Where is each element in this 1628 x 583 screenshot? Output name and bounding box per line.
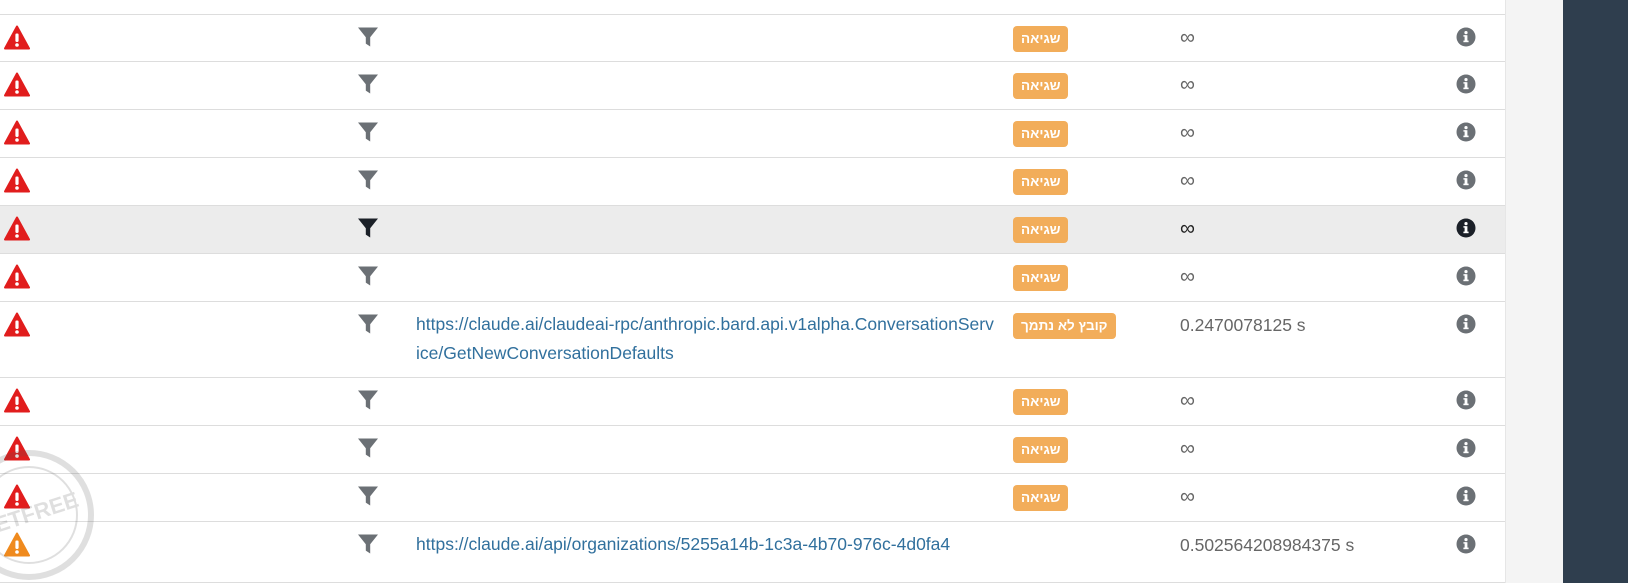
status-badge: שגיאה: [1013, 217, 1069, 243]
filter-funnel-icon[interactable]: [356, 25, 380, 49]
table-row[interactable]: שגיאה ∞: [0, 15, 1505, 62]
error-triangle-icon: [4, 484, 30, 510]
table-row[interactable]: שגיאה ∞: [0, 254, 1505, 302]
filter-funnel-icon[interactable]: [356, 72, 380, 96]
error-triangle-icon: [4, 436, 30, 462]
response-time: ∞: [1180, 169, 1195, 192]
response-time: ∞: [1180, 437, 1195, 460]
page: שגיאה ∞ שגיאה ∞ שגיאה ∞ שגיאה ∞ שגיאה ∞ שגיאה ∞ http…: [0, 0, 1628, 583]
info-circle-icon[interactable]: [1456, 266, 1476, 286]
response-time: ∞: [1180, 389, 1195, 412]
error-triangle-icon: [4, 168, 30, 194]
error-triangle-icon: [4, 25, 30, 51]
info-circle-icon[interactable]: [1456, 486, 1476, 506]
dark-side-panel: [1563, 0, 1628, 583]
table-row[interactable]: שגיאה ∞: [0, 158, 1505, 206]
response-time: 0.502564208984375 s: [1180, 535, 1355, 555]
table-row[interactable]: https://claude.ai/api/organizations/5255…: [0, 522, 1505, 583]
warning-triangle-icon: [4, 532, 30, 558]
info-circle-icon[interactable]: [1456, 218, 1476, 238]
filter-funnel-icon[interactable]: [356, 312, 380, 336]
info-circle-icon[interactable]: [1456, 27, 1476, 47]
info-circle-icon[interactable]: [1456, 74, 1476, 94]
response-time: ∞: [1180, 121, 1195, 144]
request-url-link[interactable]: https://claude.ai/api/organizations/5255…: [416, 530, 994, 559]
info-circle-icon[interactable]: [1456, 314, 1476, 334]
status-badge: שגיאה: [1013, 169, 1069, 195]
table-row[interactable]: שגיאה ∞: [0, 62, 1505, 110]
response-time: ∞: [1180, 73, 1195, 96]
table-row[interactable]: שגיאה ∞: [0, 206, 1505, 254]
filter-funnel-icon[interactable]: [356, 216, 380, 240]
response-time: ∞: [1180, 26, 1195, 49]
table-row[interactable]: שגיאה ∞: [0, 474, 1505, 522]
table-row[interactable]: https://claude.ai/claudeai-rpc/anthropic…: [0, 302, 1505, 378]
info-circle-icon[interactable]: [1456, 390, 1476, 410]
status-badge: שגיאה: [1013, 485, 1069, 511]
status-badge: שגיאה: [1013, 389, 1069, 415]
filter-funnel-icon[interactable]: [356, 484, 380, 508]
status-badge: שגיאה: [1013, 265, 1069, 291]
filter-funnel-icon[interactable]: [356, 436, 380, 460]
table-row[interactable]: שגיאה ∞: [0, 110, 1505, 158]
status-badge: שגיאה: [1013, 121, 1069, 147]
filter-funnel-icon[interactable]: [356, 388, 380, 412]
error-triangle-icon: [4, 388, 30, 414]
filter-funnel-icon[interactable]: [356, 264, 380, 288]
status-badge: שגיאה: [1013, 26, 1069, 52]
info-circle-icon[interactable]: [1456, 122, 1476, 142]
info-circle-icon[interactable]: [1456, 534, 1476, 554]
filter-funnel-icon[interactable]: [356, 168, 380, 192]
error-triangle-icon: [4, 72, 30, 98]
filter-funnel-icon[interactable]: [356, 120, 380, 144]
error-triangle-icon: [4, 120, 30, 146]
request-url-link[interactable]: https://claude.ai/claudeai-rpc/anthropic…: [416, 310, 994, 368]
error-triangle-icon: [4, 216, 30, 242]
response-time: ∞: [1180, 217, 1195, 240]
response-time: ∞: [1180, 265, 1195, 288]
info-circle-icon[interactable]: [1456, 170, 1476, 190]
table-row[interactable]: שגיאה ∞: [0, 426, 1505, 474]
status-badge: קובץ לא נתמך: [1013, 313, 1116, 339]
status-badge: שגיאה: [1013, 437, 1069, 463]
error-triangle-icon: [4, 264, 30, 290]
response-time: 0.2470078125 s: [1180, 315, 1306, 335]
info-circle-icon[interactable]: [1456, 438, 1476, 458]
table-row[interactable]: שגיאה ∞: [0, 378, 1505, 426]
status-badge: שגיאה: [1013, 73, 1069, 99]
response-time: ∞: [1180, 485, 1195, 508]
scroll-gutter: [1505, 0, 1563, 583]
error-triangle-icon: [4, 312, 30, 338]
filter-funnel-icon[interactable]: [356, 532, 380, 556]
requests-table: שגיאה ∞ שגיאה ∞ שגיאה ∞ שגיאה ∞ שגיאה ∞ שגיאה ∞ http…: [0, 0, 1505, 583]
